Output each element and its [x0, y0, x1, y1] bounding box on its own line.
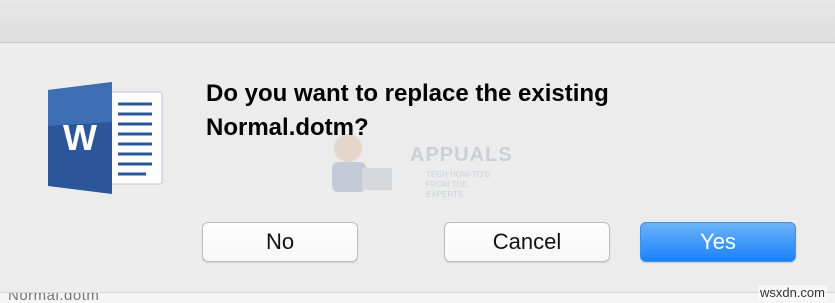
cancel-button[interactable]: Cancel	[444, 222, 610, 262]
no-button[interactable]: No	[202, 222, 358, 262]
watermark-text: APPUALS	[410, 144, 513, 166]
watermark-subtext: TECH HOW-TO'S FROM THE EXPERTS	[426, 170, 490, 199]
background-document-strip: Normal.dotm	[0, 292, 835, 303]
window-top-strip	[0, 0, 835, 43]
yes-button[interactable]: Yes	[640, 222, 796, 262]
word-icon-letter: W	[63, 117, 97, 158]
background-text: Normal.dotm	[8, 292, 100, 303]
credit-text: wsxdn.com	[757, 285, 827, 300]
word-icon: W	[46, 82, 164, 194]
dialog-message: Do you want to replace the existing Norm…	[206, 80, 609, 141]
